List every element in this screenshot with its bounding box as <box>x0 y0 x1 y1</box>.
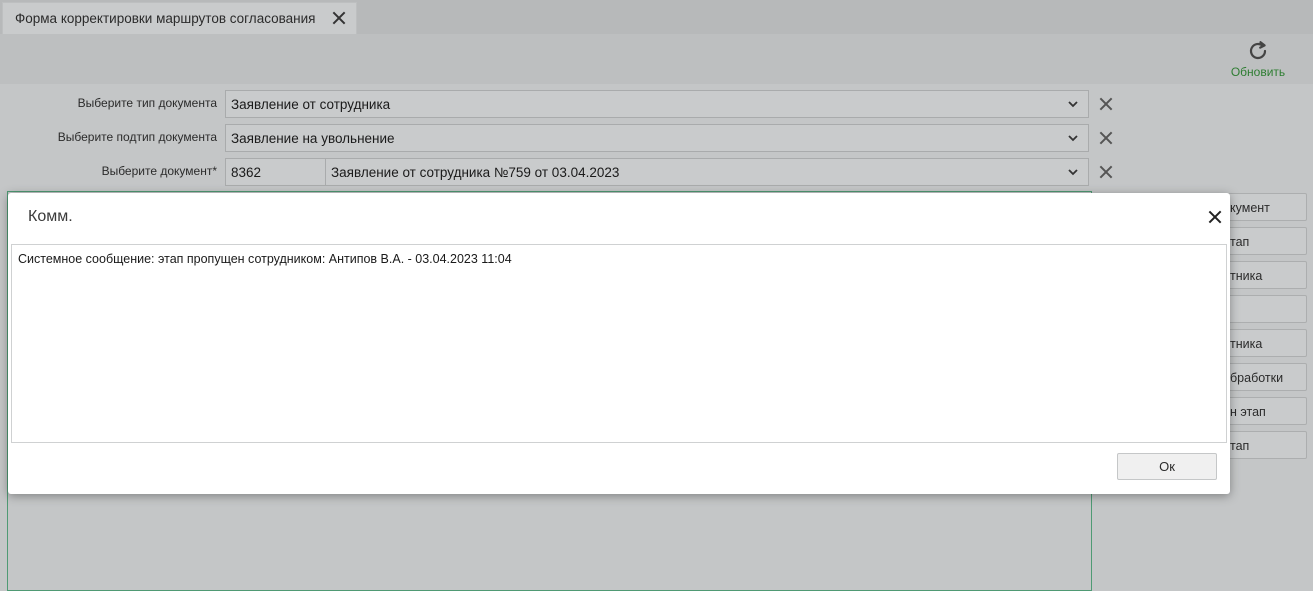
dialog-title: Комм. <box>28 208 73 225</box>
side-action-label: тап <box>1230 439 1250 453</box>
ok-button[interactable]: Ок <box>1117 453 1217 480</box>
comment-textarea[interactable]: Системное сообщение: этап пропущен сотру… <box>11 244 1227 443</box>
side-action-label: тап <box>1230 235 1250 249</box>
clear-doc-subtype-icon[interactable] <box>1099 131 1113 145</box>
document-label: Выберите документ* <box>101 164 217 178</box>
clear-document-icon[interactable] <box>1099 165 1113 179</box>
clear-doc-type-icon[interactable] <box>1099 97 1113 111</box>
doc-type-label: Выберите тип документа <box>77 96 217 110</box>
refresh-label: Обновить <box>1230 65 1286 79</box>
tab-title: Форма корректировки маршрутов согласован… <box>15 11 316 26</box>
document-value: Заявление от сотрудника №759 от 03.04.20… <box>331 165 620 180</box>
close-icon[interactable] <box>1208 210 1222 224</box>
side-action-label: н этап <box>1230 405 1266 419</box>
comment-text: Системное сообщение: этап пропущен сотру… <box>18 252 512 266</box>
doc-subtype-label: Выберите подтип документа <box>57 130 217 144</box>
doc-type-row: Выберите тип документа Заявление от сотр… <box>0 90 1313 118</box>
side-action-label: тника <box>1230 269 1263 283</box>
doc-type-select[interactable]: Заявление от сотрудника <box>225 90 1089 118</box>
side-action-label: бработки <box>1230 371 1284 385</box>
document-select[interactable]: 8362 Заявление от сотрудника №759 от 03.… <box>225 158 1089 186</box>
doc-type-value: Заявление от сотрудника <box>231 97 391 112</box>
side-action-label: тника <box>1230 337 1263 351</box>
chevron-down-icon <box>1068 135 1078 142</box>
doc-subtype-select[interactable]: Заявление на увольнение <box>225 124 1089 152</box>
chevron-down-icon <box>1068 101 1078 108</box>
comment-dialog: Комм. Системное сообщение: этап пропущен… <box>8 193 1230 494</box>
document-code-value: 8362 <box>231 165 262 180</box>
refresh-icon <box>1249 41 1267 60</box>
document-code-field[interactable]: 8362 <box>226 159 326 185</box>
chevron-down-icon <box>1068 169 1078 176</box>
tab-bar: Форма корректировки маршрутов согласован… <box>0 0 1313 34</box>
side-action-label: кумент <box>1230 201 1270 215</box>
doc-subtype-row: Выберите подтип документа Заявление на у… <box>0 124 1313 152</box>
document-row: Выберите документ* 8362 Заявление от сот… <box>0 158 1313 186</box>
doc-subtype-value: Заявление на увольнение <box>231 131 395 146</box>
toolbar: Обновить <box>0 34 1313 84</box>
tab-route-correction-form[interactable]: Форма корректировки маршрутов согласован… <box>2 2 357 34</box>
refresh-button[interactable]: Обновить <box>1224 39 1292 81</box>
close-icon[interactable] <box>331 10 347 26</box>
